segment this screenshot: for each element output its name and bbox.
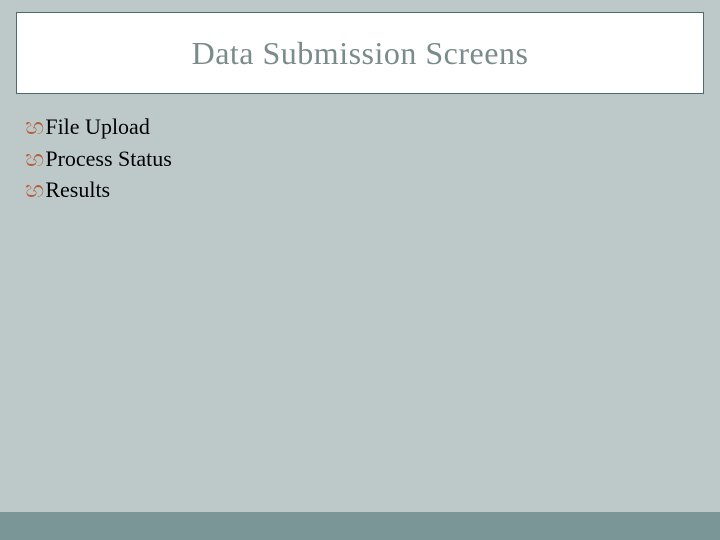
bullet-list: හ File Upload හ Process Status හ Results xyxy=(26,112,694,207)
bullet-label: Results xyxy=(45,175,110,205)
list-item: හ File Upload xyxy=(26,112,694,142)
bullet-label: File Upload xyxy=(45,112,150,142)
list-item: හ Process Status xyxy=(26,144,694,174)
slide-title: Data Submission Screens xyxy=(192,35,529,72)
footer-bar xyxy=(0,512,720,540)
bullet-label: Process Status xyxy=(45,144,172,174)
slide: Data Submission Screens හ File Upload හ … xyxy=(0,0,720,540)
squiggle-bullet-icon: හ xyxy=(25,177,44,203)
title-container: Data Submission Screens xyxy=(16,12,704,94)
list-item: හ Results xyxy=(26,175,694,205)
squiggle-bullet-icon: හ xyxy=(25,146,44,172)
squiggle-bullet-icon: හ xyxy=(25,114,44,140)
